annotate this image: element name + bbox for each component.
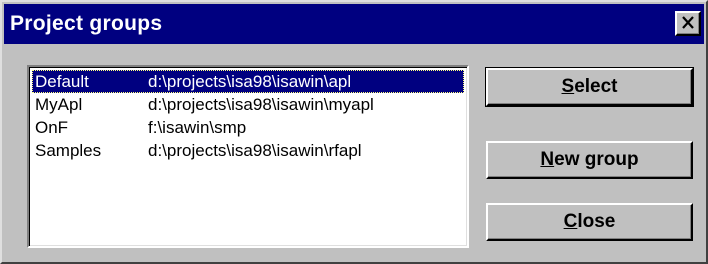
new-group-button-label: ew group (554, 149, 639, 170)
group-name: MyApl (35, 95, 83, 114)
project-groups-list[interactable]: Default d:\projects\isa98\isawin\apl MyA… (27, 65, 469, 248)
title-bar[interactable]: Project groups (4, 4, 704, 44)
list-item-samples[interactable]: Samples d:\projects\isa98\isawin\rfapl (32, 139, 464, 162)
new-group-button-mnemonic: N (540, 149, 555, 170)
close-icon (682, 16, 694, 29)
group-name: Default (35, 72, 89, 91)
select-button-label: elect (574, 76, 618, 97)
project-groups-dialog: Project groups Default d:\projects\isa98… (0, 0, 708, 264)
project-groups-list-items: Default d:\projects\isa98\isawin\apl MyA… (32, 70, 464, 162)
select-button-mnemonic: S (561, 76, 575, 97)
group-path: f:\isawin\smp (148, 118, 247, 137)
select-button[interactable]: Select (485, 67, 694, 107)
group-path: d:\projects\isa98\isawin\apl (148, 72, 352, 91)
list-item-default[interactable]: Default d:\projects\isa98\isawin\apl (32, 70, 464, 93)
list-item-myapl[interactable]: MyApl d:\projects\isa98\isawin\myapl (32, 93, 464, 116)
list-item-onf[interactable]: OnF f:\isawin\smp (32, 116, 464, 139)
group-name: OnF (35, 118, 69, 137)
close-button[interactable]: Close (486, 203, 693, 241)
group-path: d:\projects\isa98\isawin\rfapl (148, 141, 362, 160)
group-path: d:\projects\isa98\isawin\myapl (148, 95, 374, 114)
dialog-title: Project groups (10, 12, 163, 35)
new-group-button[interactable]: New group (486, 141, 693, 179)
close-button-mnemonic: C (563, 211, 578, 232)
group-name: Samples (35, 141, 102, 160)
close-window-button[interactable] (675, 11, 701, 36)
close-button-label: lose (577, 211, 616, 232)
